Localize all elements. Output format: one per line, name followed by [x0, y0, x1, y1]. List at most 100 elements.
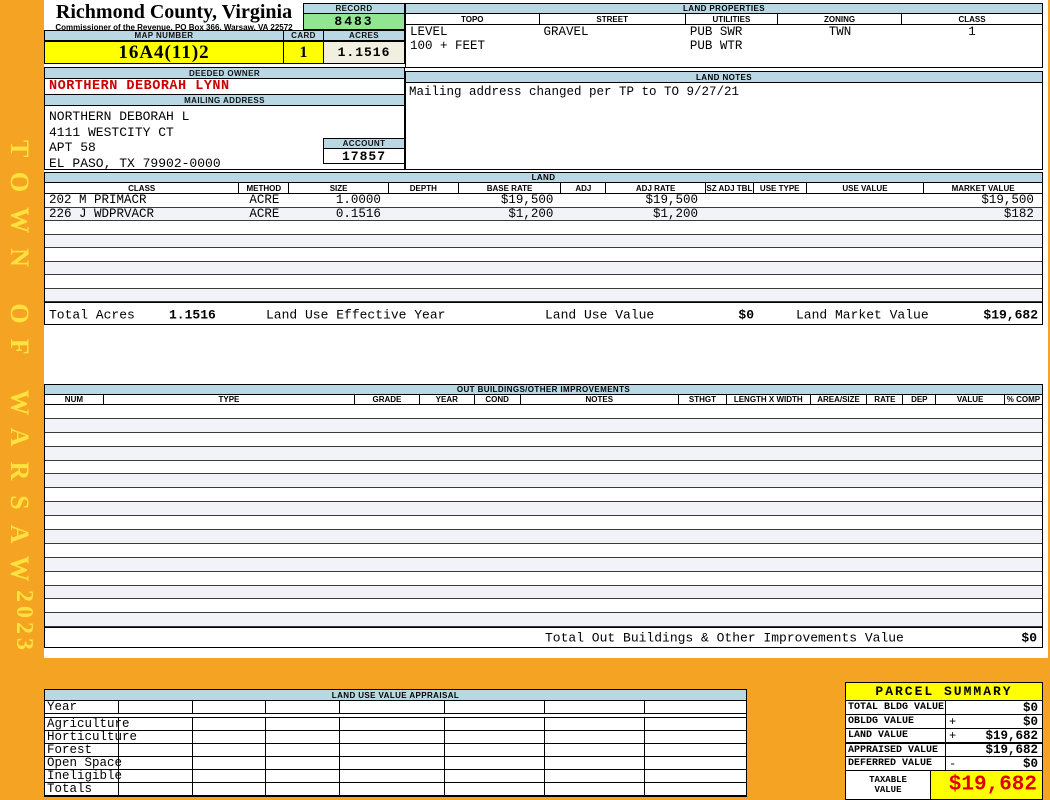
empty-cell [119, 744, 193, 756]
cell [778, 39, 902, 53]
table-row [45, 488, 1042, 503]
cell: $1,200 [652, 207, 698, 221]
land-use-appraisal-title: LAND USE VALUE APPRAISAL [45, 690, 746, 701]
column-header: UTILITIES [686, 14, 779, 24]
empty-cell [545, 757, 645, 769]
cell [606, 248, 706, 261]
summary-label: LAND VALUE [846, 729, 946, 742]
cell [807, 289, 925, 302]
cell: 1.0000 [335, 194, 381, 207]
land-table: LAND CLASS METHOD SIZE DEPTH BASE RATE ADJ ADJ… [44, 172, 1043, 325]
cell [389, 248, 459, 261]
cell [807, 262, 925, 275]
cell [902, 39, 1042, 53]
out-buildings-total-row: Total Out Buildings & Other Improvements… [45, 627, 1042, 647]
table-row [45, 275, 1042, 289]
empty-cell [445, 783, 545, 795]
empty-cell [545, 744, 645, 756]
empty-cell [445, 731, 545, 743]
cell: PUB SWR [689, 25, 743, 39]
record-value: 8483 [303, 14, 405, 30]
empty-cell [445, 718, 545, 730]
cell: ACRE [249, 194, 280, 207]
column-header: GRADE [355, 395, 420, 404]
cell [606, 262, 706, 275]
cell [459, 289, 562, 302]
empty-cell [119, 731, 193, 743]
column-header: STHGT [679, 395, 727, 404]
land-notes-title: LAND NOTES [406, 72, 1042, 83]
table-row [45, 248, 1042, 262]
deeded-owner-value: NORTHERN DEBORAH LYNN [45, 79, 404, 95]
land-market-value: $19,682 [983, 307, 1038, 322]
summary-value: $0 [1022, 700, 1038, 715]
empty-cell [645, 731, 746, 743]
cell [754, 221, 807, 234]
summary-sign: - [949, 756, 957, 771]
table-row: 226 J WDPRVACR ACRE 0.1516 $1,200 $1,200 $182 [45, 207, 1042, 221]
summary-sign [946, 701, 962, 714]
empty-cell [119, 770, 193, 782]
table-row: Year [45, 700, 746, 714]
cell: LEVEL [410, 25, 448, 39]
empty-cell [266, 757, 341, 769]
cell [239, 221, 289, 234]
record-box: RECORD 8483 [303, 3, 405, 30]
cell [807, 221, 925, 234]
table-row [45, 516, 1042, 531]
cell [561, 208, 606, 221]
account-box: ACCOUNT 17857 [323, 138, 405, 164]
summary-value: $0 [1022, 714, 1038, 729]
cell [606, 235, 706, 248]
table-row [45, 234, 1042, 248]
cell: $1,200 [508, 207, 554, 221]
cell [754, 194, 807, 207]
cell [289, 248, 389, 261]
empty-cell [266, 744, 341, 756]
cell [239, 275, 289, 288]
column-header: CLASS [958, 14, 986, 24]
cell [45, 248, 239, 261]
empty-cell [193, 718, 267, 730]
cell [807, 235, 925, 248]
cell [754, 289, 807, 302]
empty-cell [340, 757, 445, 769]
out-buildings-colheader: NUM TYPE GRADE YEAR COND NOTES STHGT LENGTH X W… [45, 395, 1042, 405]
column-header: MARKET VALUE [951, 183, 1015, 193]
table-row [45, 418, 1042, 433]
cell [459, 262, 562, 275]
parcel-summary-rows: TOTAL BLDG VALUE $0 OBLDG VALUE + $0 LAND VAL… [846, 701, 1042, 771]
cell [807, 194, 925, 207]
empty-cell [340, 770, 445, 782]
town-banner: TOWN OF WARSAW [5, 140, 34, 597]
column-header: AREA/SIZE [811, 395, 868, 404]
property-record-card: TOWN OF WARSAW 2023 Richmond County, Vir… [0, 0, 1050, 800]
cell: ACRE [249, 207, 280, 221]
column-header: BASE RATE [459, 183, 562, 193]
row-label: Horticulture [47, 730, 138, 744]
summary-sign [946, 744, 962, 756]
table-row [45, 557, 1042, 572]
cell [289, 262, 389, 275]
parcel-summary-title: PARCEL SUMMARY [846, 683, 1042, 701]
account-value: 17857 [323, 149, 405, 164]
cell [807, 275, 925, 288]
empty-cell [266, 770, 341, 782]
year-banner: 2023 [11, 590, 37, 654]
cell [239, 262, 289, 275]
cell [45, 275, 239, 288]
cell [706, 275, 754, 288]
row-label: Ineligible [47, 769, 123, 783]
empty-cell [193, 770, 267, 782]
column-header: % COMP [1006, 395, 1041, 404]
address-line: NORTHERN DEBORAH L [49, 109, 190, 124]
empty-cell [545, 718, 645, 730]
row-label: Open Space [47, 756, 123, 770]
table-row [45, 446, 1042, 461]
cell [239, 235, 289, 248]
land-properties-colheader: TOPO STREET UTILITIES ZONING CLASS [406, 14, 1042, 25]
cell [561, 275, 606, 288]
cell: 0.1516 [335, 207, 381, 221]
cell [754, 248, 807, 261]
empty-cell [340, 783, 445, 795]
